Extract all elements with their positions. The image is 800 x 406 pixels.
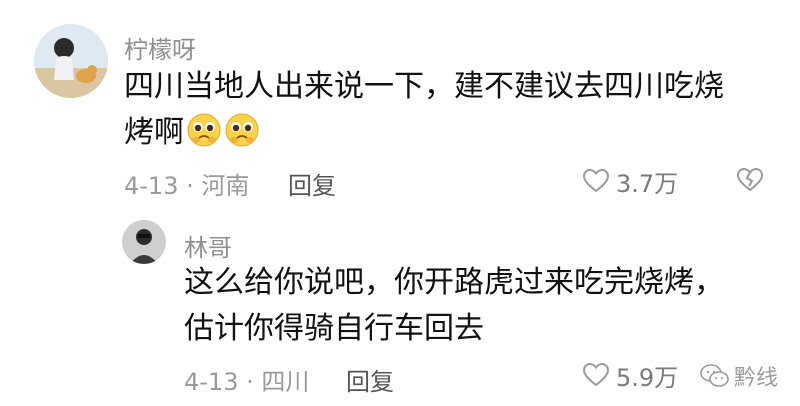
comment-location: 四川 [261, 368, 310, 396]
comment-meta: 4-13 · 河南 [124, 166, 249, 201]
reply-button[interactable]: 回复 [288, 166, 336, 201]
avatar-image [34, 24, 108, 98]
like-count: 5.9万 [616, 363, 679, 392]
dislike-button[interactable] [736, 167, 764, 197]
comment-text-line: 估计你得骑自行车回去 [184, 311, 484, 346]
meta-separator: · [246, 368, 254, 396]
heart-icon [582, 168, 610, 193]
like-button[interactable]: 5.9万 [582, 358, 678, 392]
pleading-face-icon [187, 113, 221, 147]
broken-heart-icon [736, 167, 764, 192]
comment-text: 这么给你说吧，你开路虎过来吃完烧烤， 估计你得骑自行车回去 [184, 260, 784, 352]
comment-text-line: 这么给你说吧，你开路虎过来吃完烧烤， [184, 265, 724, 300]
comment-location: 河南 [201, 172, 250, 200]
heart-icon [582, 362, 610, 387]
avatar[interactable] [122, 220, 166, 264]
comment-meta: 4-13 · 四川 [184, 362, 309, 397]
avatar[interactable] [34, 24, 108, 98]
meta-separator: · [186, 172, 194, 200]
like-count: 3.7万 [616, 169, 679, 198]
comment-text-line-2: 烤啊 [124, 110, 784, 156]
username[interactable]: 柠檬呀 [124, 30, 196, 65]
comment-text-line: 烤啊 [124, 115, 184, 150]
comment-text-line: 四川当地人出来说一下，建不建议去四川吃烧 [124, 69, 724, 104]
comment-text: 四川当地人出来说一下，建不建议去四川吃烧 烤啊 [124, 64, 784, 156]
comment-date: 4-13 [184, 368, 239, 396]
comment-date: 4-13 [124, 172, 179, 200]
pleading-face-icon [225, 113, 259, 147]
wechat-icon [700, 364, 729, 387]
avatar-image [122, 220, 166, 264]
like-button[interactable]: 3.7万 [582, 164, 678, 198]
watermark: 黔线 [700, 360, 778, 392]
username[interactable]: 林哥 [184, 228, 232, 263]
reply-button[interactable]: 回复 [346, 362, 394, 397]
watermark-text: 黔线 [734, 366, 779, 391]
